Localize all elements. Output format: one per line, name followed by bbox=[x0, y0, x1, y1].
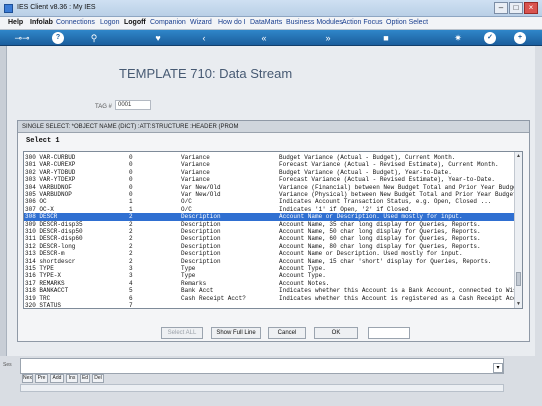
ok-button[interactable]: OK bbox=[314, 327, 358, 339]
menu-bar: Help Infolab Connections Logon Logoff Co… bbox=[0, 17, 542, 30]
menu-business-modules[interactable]: Business Modules bbox=[286, 19, 343, 26]
scroll-up-icon[interactable]: ▲ bbox=[515, 152, 522, 160]
help-icon[interactable]: ? bbox=[52, 32, 64, 44]
menu-option-select[interactable]: Option Select bbox=[386, 19, 428, 26]
app-icon bbox=[4, 4, 13, 13]
title-bar: IES Client v8.36 : My IES – □ × bbox=[0, 0, 542, 17]
menu-companion[interactable]: Companion bbox=[150, 19, 186, 26]
search-icon[interactable]: ⚲ bbox=[88, 32, 100, 44]
select-input[interactable] bbox=[368, 327, 410, 339]
tab-previous[interactable]: Pre bbox=[35, 374, 48, 383]
stop-icon[interactable]: ■ bbox=[380, 32, 392, 44]
tab-add[interactable]: Add bbox=[50, 374, 64, 383]
tab-insert[interactable]: Ins bbox=[66, 374, 78, 383]
forward-icon[interactable]: » bbox=[322, 32, 334, 44]
add-icon[interactable]: + bbox=[514, 32, 526, 44]
horizontal-scrollbar[interactable] bbox=[20, 384, 504, 392]
select-label: Select 1 bbox=[26, 137, 60, 145]
chevron-down-icon[interactable]: ▾ bbox=[493, 363, 503, 373]
check-icon[interactable]: ✓ bbox=[484, 32, 496, 44]
tab-next[interactable]: Nex bbox=[22, 374, 33, 383]
list-item[interactable]: 320 STATUS 7 bbox=[24, 302, 515, 309]
maximize-button[interactable]: □ bbox=[509, 2, 523, 14]
settings-icon[interactable]: ✷ bbox=[452, 32, 464, 44]
bottom-text-box[interactable] bbox=[20, 358, 504, 374]
bottom-area: Ses ▾ Nex Pre Add Ins Ed Del bbox=[0, 356, 542, 406]
menu-logon[interactable]: Logon bbox=[100, 19, 119, 26]
menu-how-do-i[interactable]: How do I bbox=[218, 19, 246, 26]
select-listbox[interactable]: 300 VAR-CURBUD 0 Variance Budget Variance (… bbox=[23, 151, 523, 309]
menu-datamarts[interactable]: DataMarts bbox=[250, 19, 282, 26]
tag-field[interactable]: 0001 bbox=[115, 100, 151, 110]
vertical-scrollbar[interactable]: ▲ ▼ bbox=[514, 152, 522, 308]
show-full-line-button[interactable]: Show Full Line bbox=[211, 327, 261, 339]
key-icon[interactable]: ⊸⊸ bbox=[12, 32, 32, 44]
select-all-button[interactable]: Select ALL bbox=[161, 327, 203, 339]
tab-delete[interactable]: Del bbox=[92, 374, 104, 383]
back-icon[interactable]: ‹ bbox=[198, 32, 210, 44]
menu-wizard[interactable]: Wizard bbox=[190, 19, 212, 26]
tag-label: TAG # bbox=[95, 104, 112, 110]
menu-infolab[interactable]: Infolab bbox=[30, 19, 53, 26]
minimize-button[interactable]: – bbox=[494, 2, 508, 14]
menu-connections[interactable]: Connections bbox=[56, 19, 95, 26]
session-label: Ses bbox=[3, 362, 12, 368]
page-title: TEMPLATE 710: Data Stream bbox=[119, 66, 293, 81]
left-panel bbox=[0, 46, 7, 356]
cancel-button[interactable]: Cancel bbox=[268, 327, 306, 339]
list-item-c1: 320 STATUS bbox=[25, 302, 62, 309]
scroll-thumb[interactable] bbox=[516, 272, 521, 286]
scroll-down-icon[interactable]: ▼ bbox=[515, 300, 522, 308]
dialog-header: SINGLE SELECT: *OBJECT NAME (DICT) :ATT:… bbox=[18, 121, 529, 133]
menu-logoff[interactable]: Logoff bbox=[124, 19, 146, 26]
single-select-dialog: SINGLE SELECT: *OBJECT NAME (DICT) :ATT:… bbox=[17, 120, 530, 342]
tab-edit[interactable]: Ed bbox=[80, 374, 90, 383]
toolbar: ⊸⊸ ? ⚲ ♥ ‹ « » ■ ✷ ✓ + bbox=[0, 30, 542, 46]
close-button[interactable]: × bbox=[524, 2, 538, 14]
rewind-icon[interactable]: « bbox=[258, 32, 270, 44]
heart-icon[interactable]: ♥ bbox=[152, 32, 164, 44]
list-item-c2: 7 bbox=[129, 302, 133, 309]
window-title: IES Client v8.36 : My IES bbox=[17, 4, 96, 11]
menu-help[interactable]: Help bbox=[8, 19, 23, 26]
menu-action-focus[interactable]: Action Focus bbox=[342, 19, 382, 26]
